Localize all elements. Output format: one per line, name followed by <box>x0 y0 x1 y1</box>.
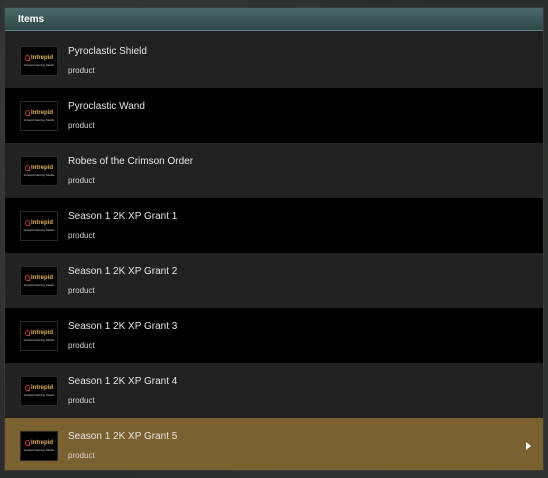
logo-word: Intrepid <box>31 109 53 116</box>
item-title: Season 1 2K XP Grant 4 <box>68 375 178 387</box>
logo-tagline: Intrepid Gaming Studio <box>23 337 55 342</box>
intrepid-logo-icon <box>25 109 30 116</box>
intrepid-logo-icon <box>25 329 30 336</box>
item-title: Season 1 2K XP Grant 2 <box>68 265 178 277</box>
list-item[interactable]: Intrepid Intrepid Gaming Studio Season 1… <box>5 308 543 363</box>
logo-word: Intrepid <box>31 54 53 61</box>
item-subtitle: product <box>68 285 95 295</box>
panel-title: Items <box>18 13 45 25</box>
item-title: Robes of the Crimson Order <box>68 155 194 167</box>
list-item-selected[interactable]: Intrepid Intrepid Gaming Studio Season 1… <box>5 418 543 470</box>
list-item[interactable]: Intrepid Intrepid Gaming Studio Pyroclas… <box>5 33 543 88</box>
logo-word: Intrepid <box>31 219 53 226</box>
panel-header: Items <box>5 8 543 31</box>
intrepid-logo-icon <box>25 274 30 281</box>
logo-tagline: Intrepid Gaming Studio <box>23 227 55 232</box>
item-subtitle: product <box>68 175 95 185</box>
item-subtitle: product <box>68 120 95 130</box>
logo-word: Intrepid <box>31 329 53 336</box>
intrepid-logo-icon <box>25 439 30 446</box>
list-item[interactable]: Intrepid Intrepid Gaming Studio Pyroclas… <box>5 88 543 143</box>
logo-tagline: Intrepid Gaming Studio <box>23 117 55 122</box>
product-thumbnail: Intrepid Intrepid Gaming Studio <box>20 430 58 461</box>
item-subtitle: product <box>68 395 95 405</box>
items-panel: Items Intrepid Intrepid Gaming Studio Py… <box>4 7 544 471</box>
logo-tagline: Intrepid Gaming Studio <box>23 172 55 177</box>
item-title: Pyroclastic Shield <box>68 45 147 57</box>
logo-tagline: Intrepid Gaming Studio <box>23 62 55 67</box>
logo-tagline: Intrepid Gaming Studio <box>23 447 55 452</box>
item-subtitle: product <box>68 450 95 460</box>
list-item[interactable]: Intrepid Intrepid Gaming Studio Season 1… <box>5 198 543 253</box>
list-item[interactable]: Intrepid Intrepid Gaming Studio Robes of… <box>5 143 543 198</box>
intrepid-logo-icon <box>25 219 30 226</box>
product-thumbnail: Intrepid Intrepid Gaming Studio <box>20 100 58 131</box>
intrepid-logo-icon <box>25 384 30 391</box>
intrepid-logo-icon <box>25 54 30 61</box>
product-thumbnail: Intrepid Intrepid Gaming Studio <box>20 375 58 406</box>
product-thumbnail: Intrepid Intrepid Gaming Studio <box>20 320 58 351</box>
logo-word: Intrepid <box>31 164 53 171</box>
logo-tagline: Intrepid Gaming Studio <box>23 282 55 287</box>
intrepid-logo-icon <box>25 164 30 171</box>
item-subtitle: product <box>68 230 95 240</box>
item-subtitle: product <box>68 65 95 75</box>
list-item[interactable]: Intrepid Intrepid Gaming Studio Season 1… <box>5 253 543 308</box>
logo-word: Intrepid <box>31 274 53 281</box>
logo-word: Intrepid <box>31 439 53 446</box>
logo-word: Intrepid <box>31 384 53 391</box>
item-title: Pyroclastic Wand <box>68 100 145 112</box>
item-title: Season 1 2K XP Grant 1 <box>68 210 178 222</box>
product-thumbnail: Intrepid Intrepid Gaming Studio <box>20 155 58 186</box>
logo-tagline: Intrepid Gaming Studio <box>23 392 55 397</box>
item-title: Season 1 2K XP Grant 3 <box>68 320 178 332</box>
item-subtitle: product <box>68 340 95 350</box>
item-title: Season 1 2K XP Grant 5 <box>68 430 178 442</box>
product-thumbnail: Intrepid Intrepid Gaming Studio <box>20 210 58 241</box>
items-list: Intrepid Intrepid Gaming Studio Pyroclas… <box>5 33 543 470</box>
chevron-right-icon[interactable] <box>526 441 531 450</box>
product-thumbnail: Intrepid Intrepid Gaming Studio <box>20 45 58 76</box>
product-thumbnail: Intrepid Intrepid Gaming Studio <box>20 265 58 296</box>
list-item[interactable]: Intrepid Intrepid Gaming Studio Season 1… <box>5 363 543 418</box>
